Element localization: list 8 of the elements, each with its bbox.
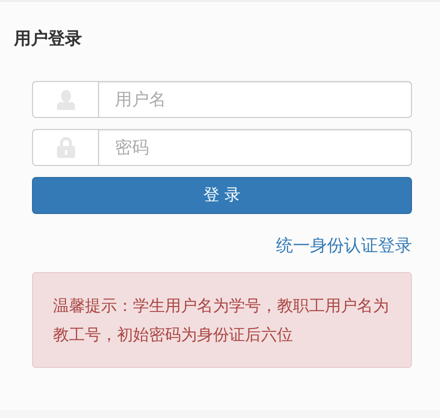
- input-field[interactable]: 密码: [98, 129, 412, 166]
- lock-icon: [56, 137, 74, 158]
- user-icon: [56, 90, 74, 110]
- sso-link[interactable]: 统一身份认证登录: [276, 233, 412, 259]
- notice-alert: 温馨提示：学生用户名为学号，教职工用户名为教工号，初始密码为身份证后六位: [32, 272, 412, 368]
- page-title: 用户登录: [12, 28, 83, 51]
- login-button[interactable]: 登 录: [32, 177, 412, 214]
- input-field[interactable]: 用户名: [98, 81, 412, 118]
